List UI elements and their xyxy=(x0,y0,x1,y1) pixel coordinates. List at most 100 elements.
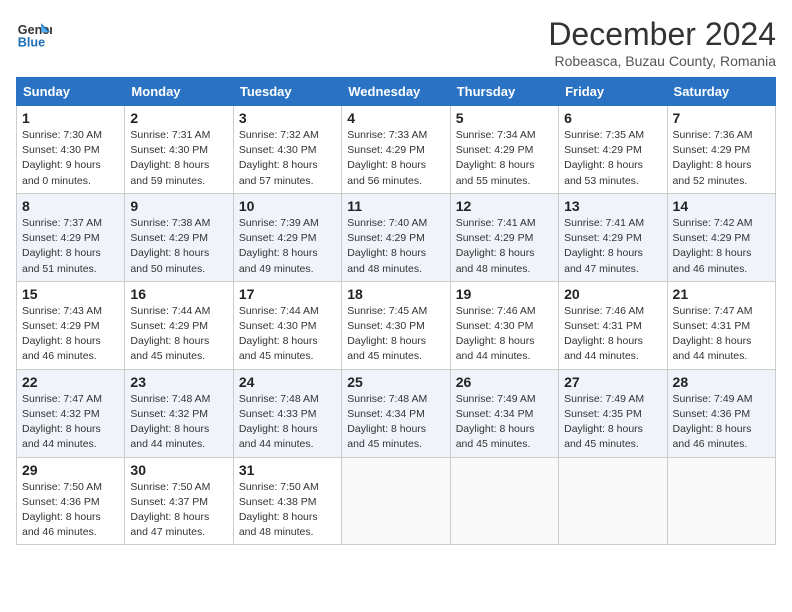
day-info: Sunrise: 7:40 AMSunset: 4:29 PMDaylight:… xyxy=(347,217,427,275)
day-info: Sunrise: 7:48 AMSunset: 4:32 PMDaylight:… xyxy=(130,393,210,451)
weekday-sunday: Sunday xyxy=(17,78,125,106)
day-number: 18 xyxy=(347,286,444,302)
day-cell-19: 19 Sunrise: 7:46 AMSunset: 4:30 PMDaylig… xyxy=(450,281,558,369)
day-cell-10: 10 Sunrise: 7:39 AMSunset: 4:29 PMDaylig… xyxy=(233,193,341,281)
day-cell-15: 15 Sunrise: 7:43 AMSunset: 4:29 PMDaylig… xyxy=(17,281,125,369)
day-cell-14: 14 Sunrise: 7:42 AMSunset: 4:29 PMDaylig… xyxy=(667,193,775,281)
day-info: Sunrise: 7:49 AMSunset: 4:36 PMDaylight:… xyxy=(673,393,753,451)
day-cell-31: 31 Sunrise: 7:50 AMSunset: 4:38 PMDaylig… xyxy=(233,457,341,545)
day-number: 7 xyxy=(673,110,770,126)
day-info: Sunrise: 7:38 AMSunset: 4:29 PMDaylight:… xyxy=(130,217,210,275)
day-info: Sunrise: 7:50 AMSunset: 4:37 PMDaylight:… xyxy=(130,481,210,539)
day-number: 17 xyxy=(239,286,336,302)
day-number: 22 xyxy=(22,374,119,390)
day-info: Sunrise: 7:46 AMSunset: 4:30 PMDaylight:… xyxy=(456,305,536,363)
day-info: Sunrise: 7:48 AMSunset: 4:34 PMDaylight:… xyxy=(347,393,427,451)
day-cell-7: 7 Sunrise: 7:36 AMSunset: 4:29 PMDayligh… xyxy=(667,106,775,194)
day-info: Sunrise: 7:33 AMSunset: 4:29 PMDaylight:… xyxy=(347,129,427,187)
weekday-monday: Monday xyxy=(125,78,233,106)
empty-cell xyxy=(559,457,667,545)
day-number: 13 xyxy=(564,198,661,214)
day-info: Sunrise: 7:47 AMSunset: 4:31 PMDaylight:… xyxy=(673,305,753,363)
day-cell-30: 30 Sunrise: 7:50 AMSunset: 4:37 PMDaylig… xyxy=(125,457,233,545)
logo: General Blue xyxy=(16,16,52,52)
day-number: 8 xyxy=(22,198,119,214)
day-info: Sunrise: 7:47 AMSunset: 4:32 PMDaylight:… xyxy=(22,393,102,451)
day-cell-26: 26 Sunrise: 7:49 AMSunset: 4:34 PMDaylig… xyxy=(450,369,558,457)
calendar-table: SundayMondayTuesdayWednesdayThursdayFrid… xyxy=(16,77,776,545)
day-info: Sunrise: 7:36 AMSunset: 4:29 PMDaylight:… xyxy=(673,129,753,187)
weekday-thursday: Thursday xyxy=(450,78,558,106)
day-info: Sunrise: 7:30 AMSunset: 4:30 PMDaylight:… xyxy=(22,129,102,187)
page-header: General Blue December 2024 Robeasca, Buz… xyxy=(16,16,776,69)
day-cell-22: 22 Sunrise: 7:47 AMSunset: 4:32 PMDaylig… xyxy=(17,369,125,457)
location: Robeasca, Buzau County, Romania xyxy=(548,53,776,69)
day-info: Sunrise: 7:42 AMSunset: 4:29 PMDaylight:… xyxy=(673,217,753,275)
day-info: Sunrise: 7:32 AMSunset: 4:30 PMDaylight:… xyxy=(239,129,319,187)
day-cell-3: 3 Sunrise: 7:32 AMSunset: 4:30 PMDayligh… xyxy=(233,106,341,194)
weekday-tuesday: Tuesday xyxy=(233,78,341,106)
week-row-1: 1 Sunrise: 7:30 AMSunset: 4:30 PMDayligh… xyxy=(17,106,776,194)
day-number: 20 xyxy=(564,286,661,302)
day-cell-12: 12 Sunrise: 7:41 AMSunset: 4:29 PMDaylig… xyxy=(450,193,558,281)
day-number: 10 xyxy=(239,198,336,214)
day-cell-11: 11 Sunrise: 7:40 AMSunset: 4:29 PMDaylig… xyxy=(342,193,450,281)
day-info: Sunrise: 7:49 AMSunset: 4:35 PMDaylight:… xyxy=(564,393,644,451)
day-number: 16 xyxy=(130,286,227,302)
day-cell-4: 4 Sunrise: 7:33 AMSunset: 4:29 PMDayligh… xyxy=(342,106,450,194)
empty-cell xyxy=(450,457,558,545)
day-info: Sunrise: 7:39 AMSunset: 4:29 PMDaylight:… xyxy=(239,217,319,275)
day-number: 4 xyxy=(347,110,444,126)
day-info: Sunrise: 7:35 AMSunset: 4:29 PMDaylight:… xyxy=(564,129,644,187)
weekday-wednesday: Wednesday xyxy=(342,78,450,106)
svg-text:Blue: Blue xyxy=(18,36,45,50)
day-number: 15 xyxy=(22,286,119,302)
day-cell-2: 2 Sunrise: 7:31 AMSunset: 4:30 PMDayligh… xyxy=(125,106,233,194)
weekday-friday: Friday xyxy=(559,78,667,106)
day-info: Sunrise: 7:43 AMSunset: 4:29 PMDaylight:… xyxy=(22,305,102,363)
day-info: Sunrise: 7:31 AMSunset: 4:30 PMDaylight:… xyxy=(130,129,210,187)
week-row-2: 8 Sunrise: 7:37 AMSunset: 4:29 PMDayligh… xyxy=(17,193,776,281)
day-info: Sunrise: 7:34 AMSunset: 4:29 PMDaylight:… xyxy=(456,129,536,187)
day-info: Sunrise: 7:41 AMSunset: 4:29 PMDaylight:… xyxy=(456,217,536,275)
day-cell-20: 20 Sunrise: 7:46 AMSunset: 4:31 PMDaylig… xyxy=(559,281,667,369)
day-number: 19 xyxy=(456,286,553,302)
day-number: 11 xyxy=(347,198,444,214)
day-info: Sunrise: 7:50 AMSunset: 4:38 PMDaylight:… xyxy=(239,481,319,539)
day-cell-23: 23 Sunrise: 7:48 AMSunset: 4:32 PMDaylig… xyxy=(125,369,233,457)
day-number: 9 xyxy=(130,198,227,214)
title-block: December 2024 Robeasca, Buzau County, Ro… xyxy=(548,16,776,69)
week-row-5: 29 Sunrise: 7:50 AMSunset: 4:36 PMDaylig… xyxy=(17,457,776,545)
day-info: Sunrise: 7:50 AMSunset: 4:36 PMDaylight:… xyxy=(22,481,102,539)
day-info: Sunrise: 7:44 AMSunset: 4:30 PMDaylight:… xyxy=(239,305,319,363)
day-number: 29 xyxy=(22,462,119,478)
day-cell-1: 1 Sunrise: 7:30 AMSunset: 4:30 PMDayligh… xyxy=(17,106,125,194)
day-cell-25: 25 Sunrise: 7:48 AMSunset: 4:34 PMDaylig… xyxy=(342,369,450,457)
day-number: 5 xyxy=(456,110,553,126)
week-row-3: 15 Sunrise: 7:43 AMSunset: 4:29 PMDaylig… xyxy=(17,281,776,369)
empty-cell xyxy=(342,457,450,545)
day-cell-5: 5 Sunrise: 7:34 AMSunset: 4:29 PMDayligh… xyxy=(450,106,558,194)
day-cell-28: 28 Sunrise: 7:49 AMSunset: 4:36 PMDaylig… xyxy=(667,369,775,457)
day-number: 3 xyxy=(239,110,336,126)
day-cell-13: 13 Sunrise: 7:41 AMSunset: 4:29 PMDaylig… xyxy=(559,193,667,281)
day-number: 30 xyxy=(130,462,227,478)
day-number: 27 xyxy=(564,374,661,390)
day-cell-16: 16 Sunrise: 7:44 AMSunset: 4:29 PMDaylig… xyxy=(125,281,233,369)
week-row-4: 22 Sunrise: 7:47 AMSunset: 4:32 PMDaylig… xyxy=(17,369,776,457)
day-cell-21: 21 Sunrise: 7:47 AMSunset: 4:31 PMDaylig… xyxy=(667,281,775,369)
day-number: 14 xyxy=(673,198,770,214)
day-number: 1 xyxy=(22,110,119,126)
month-title: December 2024 xyxy=(548,16,776,53)
day-cell-8: 8 Sunrise: 7:37 AMSunset: 4:29 PMDayligh… xyxy=(17,193,125,281)
day-cell-18: 18 Sunrise: 7:45 AMSunset: 4:30 PMDaylig… xyxy=(342,281,450,369)
day-number: 6 xyxy=(564,110,661,126)
day-info: Sunrise: 7:44 AMSunset: 4:29 PMDaylight:… xyxy=(130,305,210,363)
day-cell-27: 27 Sunrise: 7:49 AMSunset: 4:35 PMDaylig… xyxy=(559,369,667,457)
day-number: 25 xyxy=(347,374,444,390)
empty-cell xyxy=(667,457,775,545)
day-number: 2 xyxy=(130,110,227,126)
day-cell-24: 24 Sunrise: 7:48 AMSunset: 4:33 PMDaylig… xyxy=(233,369,341,457)
day-number: 28 xyxy=(673,374,770,390)
day-cell-29: 29 Sunrise: 7:50 AMSunset: 4:36 PMDaylig… xyxy=(17,457,125,545)
